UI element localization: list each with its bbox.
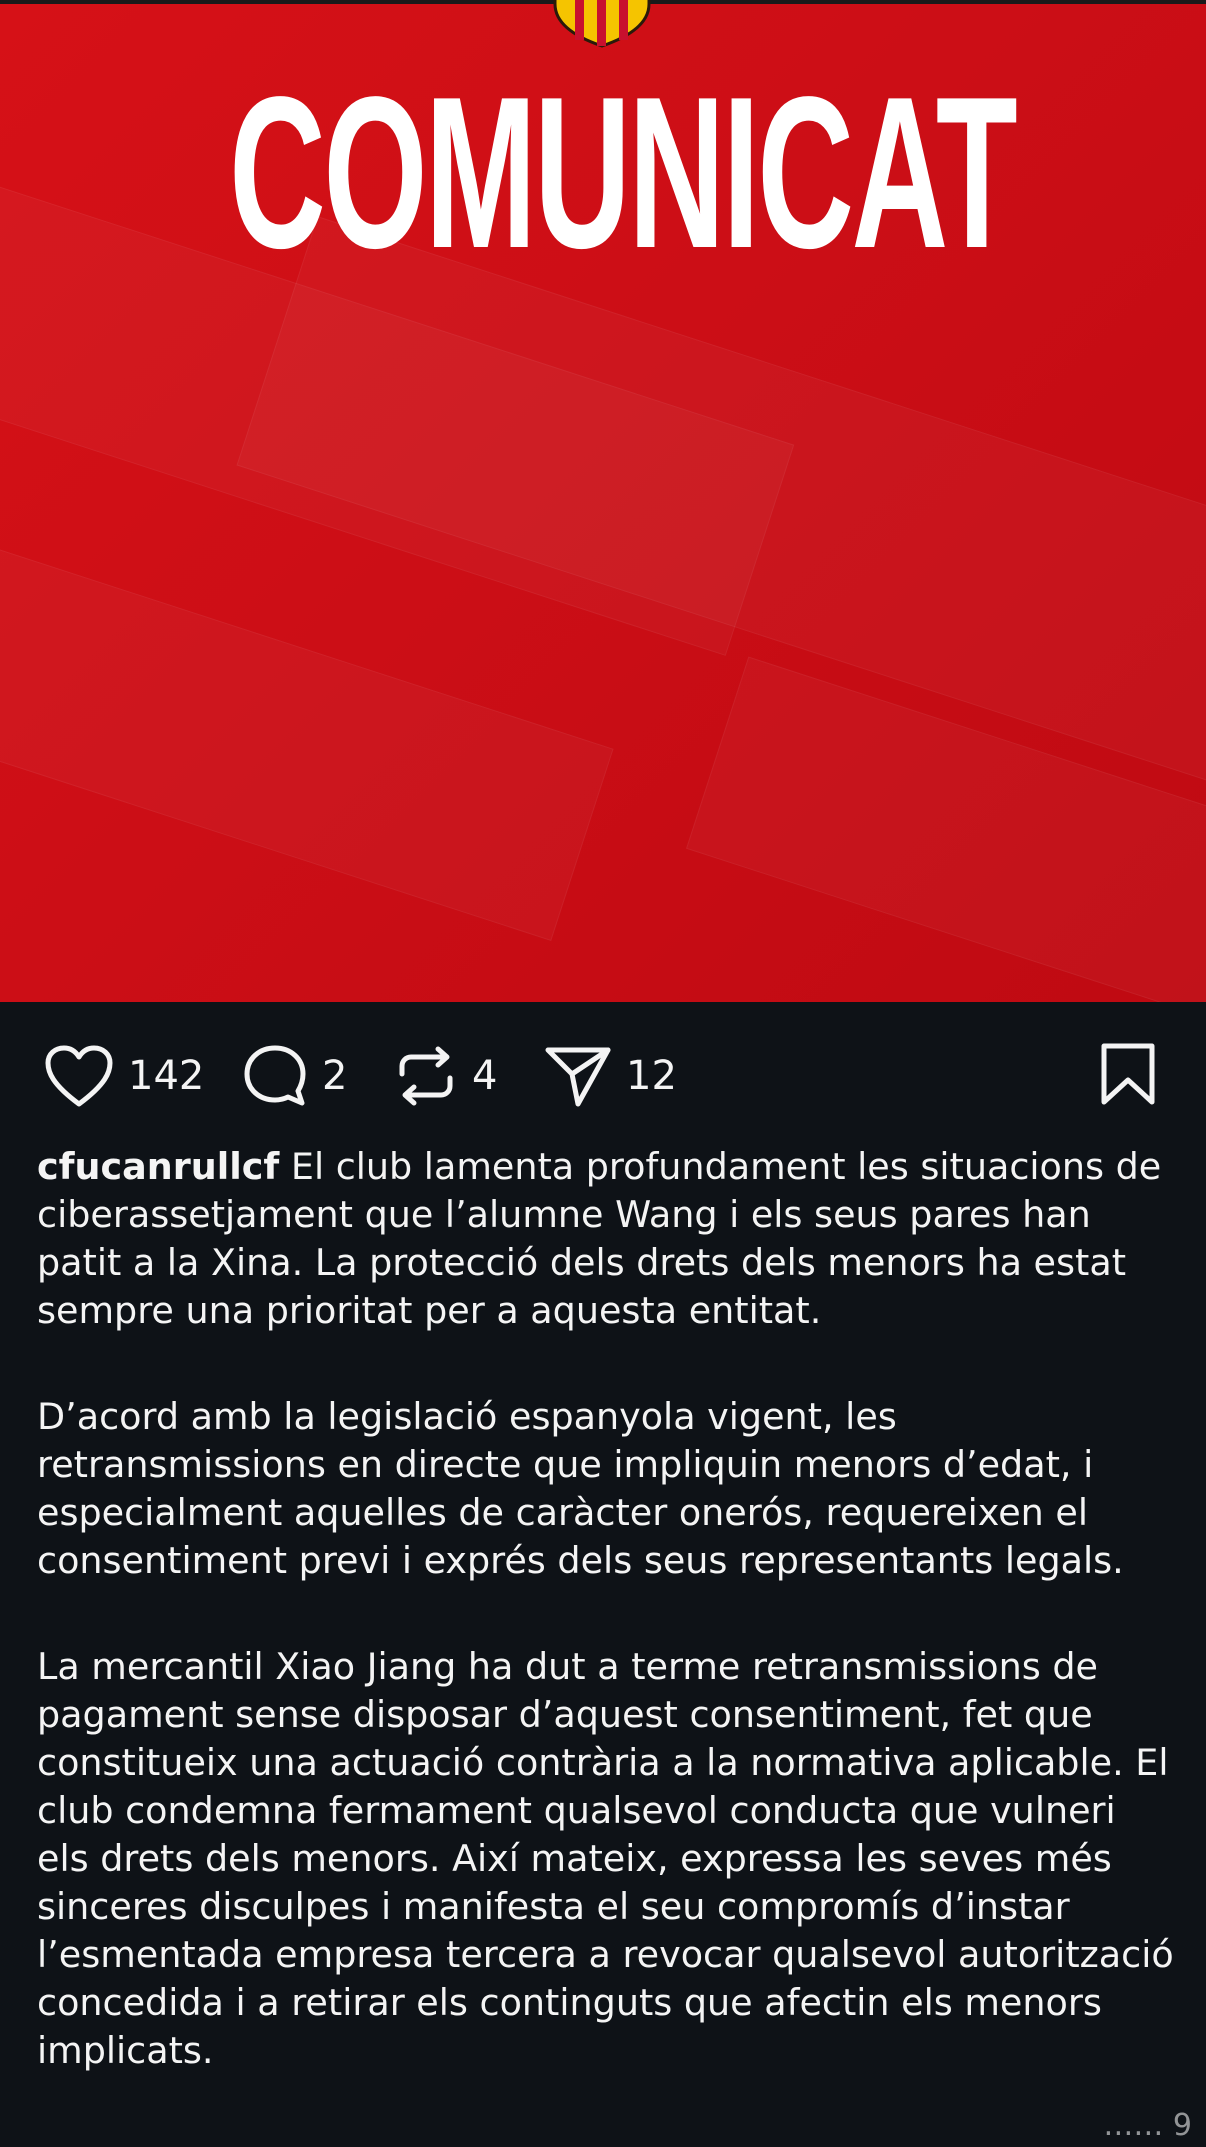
post-caption: cfucanrullcf El club lamenta profundamen…: [37, 1143, 1177, 2133]
caption-paragraph: cfucanrullcf El club lamenta profundamen…: [37, 1143, 1177, 1335]
repost-icon: [399, 1046, 453, 1106]
bookmark-icon[interactable]: [1100, 1042, 1156, 1106]
like-button[interactable]: 142: [44, 1042, 204, 1110]
share-count: 12: [626, 1053, 677, 1099]
post-username[interactable]: cfucanrullcf: [37, 1145, 279, 1188]
share-icon: [545, 1047, 611, 1107]
watermark: …… 9: [1103, 2108, 1192, 2143]
like-count: 142: [128, 1053, 205, 1099]
club-crest-logo: [553, 0, 651, 48]
comment-button[interactable]: 2: [242, 1042, 347, 1110]
share-button[interactable]: 12: [544, 1042, 677, 1110]
caption-paragraph: D’acord amb la legislació espanyola vige…: [37, 1395, 1124, 1582]
image-title: COMUNICAT: [229, 51, 1018, 293]
heart-icon: [45, 1045, 113, 1107]
comment-icon: [244, 1045, 306, 1106]
caption-paragraph: La mercantil Xiao Jiang ha dut a terme r…: [37, 1645, 1174, 2072]
post-action-bar: 142 2 4 12: [0, 1002, 1206, 1142]
repost-count: 4: [472, 1053, 498, 1099]
repost-button[interactable]: 4: [394, 1042, 497, 1110]
comment-count: 2: [322, 1053, 348, 1099]
post-image[interactable]: COMUNICAT: [0, 0, 1206, 1002]
